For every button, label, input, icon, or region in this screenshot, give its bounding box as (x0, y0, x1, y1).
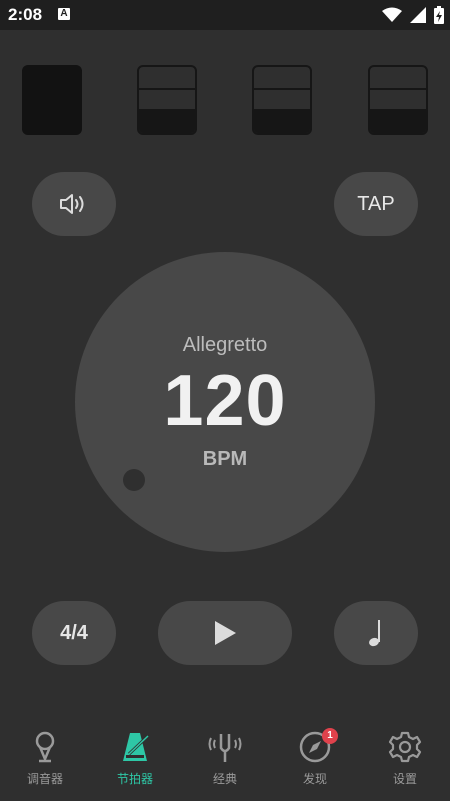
time-signature-button[interactable]: 4/4 (32, 601, 116, 665)
tempo-dial[interactable]: Allegretto 120 BPM (75, 252, 375, 552)
nav-item-settings[interactable]: 设置 (370, 730, 440, 790)
beat-indicator[interactable] (137, 65, 197, 135)
nav-item-tuner[interactable]: 调音器 (10, 730, 80, 790)
speaker-icon (60, 194, 84, 214)
cell-signal-icon (410, 7, 426, 23)
status-bar: 2:08 A (0, 0, 450, 30)
nav-item-discover[interactable]: 1 发现 (280, 728, 350, 790)
play-button[interactable] (158, 601, 292, 665)
notification-app-icon: A (58, 8, 70, 20)
nav-label: 发现 (302, 772, 327, 786)
status-icons (382, 6, 444, 24)
note-subdivision-button[interactable] (334, 601, 418, 665)
bpm-value: 120 (163, 361, 287, 441)
nav-item-metronome[interactable]: 节拍器 (100, 730, 170, 790)
wifi-icon (382, 7, 402, 22)
nav-item-classic[interactable]: 经典 (190, 730, 260, 790)
tap-tempo-button[interactable]: TAP (334, 172, 418, 236)
notification-badge: 1 (322, 728, 338, 744)
nav-label: 节拍器 (116, 772, 153, 786)
tempo-marking: Allegretto (182, 334, 268, 356)
status-time: 2:08 (8, 5, 43, 24)
nav-label: 设置 (392, 772, 417, 786)
metronome-icon (123, 733, 150, 761)
gear-icon (388, 731, 422, 763)
dial-knob[interactable] (123, 469, 145, 491)
beat-indicator[interactable] (252, 65, 312, 135)
sound-button[interactable] (32, 172, 116, 236)
bpm-unit: BPM (202, 448, 248, 470)
beat-indicators (22, 65, 428, 137)
bottom-navigation: 调音器 节拍器 经典 1 发现 设置 (0, 720, 450, 801)
beat-indicator-accent[interactable] (22, 65, 82, 135)
tuning-fork-icon (208, 734, 242, 762)
battery-charging-icon (434, 6, 444, 24)
play-icon (215, 621, 236, 645)
quarter-note-icon (369, 620, 380, 647)
nav-label: 调音器 (26, 772, 63, 786)
tuner-pin-icon (35, 731, 55, 763)
nav-label: 经典 (212, 772, 237, 786)
beat-indicator[interactable] (368, 65, 428, 135)
